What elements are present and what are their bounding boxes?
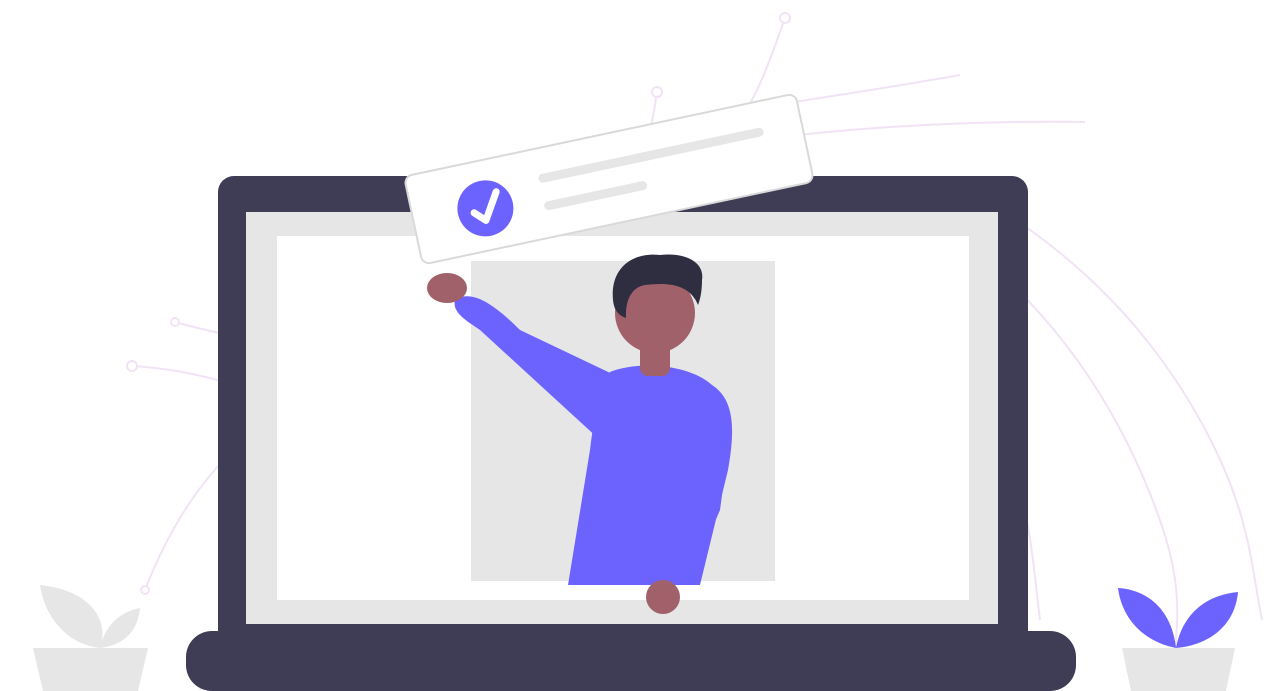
plant-leaf-left-a: [40, 585, 103, 648]
illustration-scene: [33, 12, 1263, 691]
person-lower-hand: [646, 580, 680, 614]
plant-pot-left: [33, 648, 148, 691]
plant-leaf-left-b: [100, 608, 140, 648]
laptop-base: [186, 631, 1076, 691]
plant-pot-right: [1122, 648, 1235, 691]
plant-icon-left: [33, 585, 148, 691]
plant-leaf-right-b: [1176, 592, 1238, 648]
plant-leaf-right-a: [1118, 588, 1176, 648]
person-raised-hand: [427, 273, 467, 303]
